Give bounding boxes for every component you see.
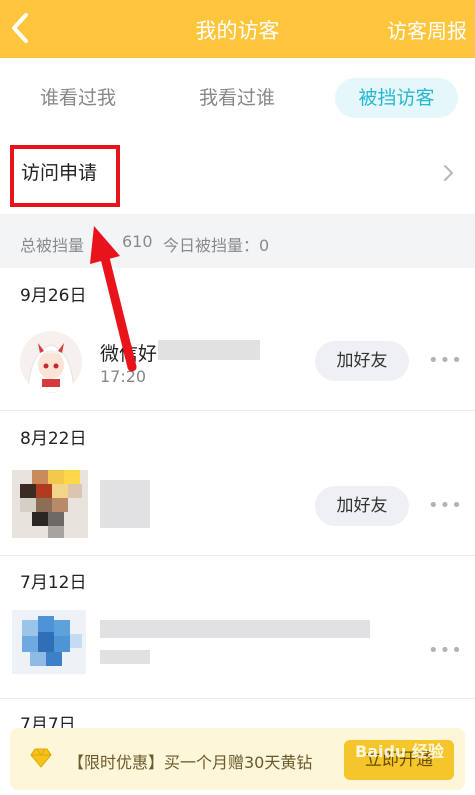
- visitor-tabs: 谁看过我 我看过谁 被挡访客: [0, 58, 475, 134]
- more-options-icon[interactable]: •••: [428, 640, 463, 661]
- avatar[interactable]: [20, 331, 82, 393]
- pixelated-avatar[interactable]: [12, 470, 88, 538]
- diamond-icon: [30, 748, 52, 768]
- tab-who-i-viewed[interactable]: 我看过谁: [178, 78, 296, 118]
- add-friend-button[interactable]: 加好友: [315, 341, 409, 381]
- divider: [0, 698, 475, 699]
- divider: [0, 555, 475, 556]
- tab-blocked-visitors[interactable]: 被挡访客: [335, 78, 458, 118]
- blurred-name: [100, 480, 150, 528]
- tab-who-viewed-me[interactable]: 谁看过我: [20, 78, 136, 118]
- watermark-logo: Baidu 经验: [355, 742, 444, 761]
- promo-text: 【限时优惠】买一个月赠30天黄钻: [68, 753, 313, 772]
- date-header: 9月26日: [20, 286, 87, 306]
- blurred-name: [100, 620, 370, 638]
- blurred-time: [100, 650, 150, 664]
- more-options-icon[interactable]: •••: [428, 350, 463, 371]
- more-options-icon[interactable]: •••: [428, 495, 463, 516]
- annotation-arrow-icon: [90, 226, 137, 372]
- mosaic-avatar-icon: [12, 610, 86, 674]
- anime-avatar-icon: [20, 331, 82, 393]
- today-blocked: 今日被挡量：0: [163, 236, 270, 255]
- total-blocked-label: 总被挡量: [20, 236, 85, 255]
- pixelated-avatar[interactable]: [12, 610, 86, 674]
- chevron-right-icon: [444, 165, 453, 181]
- blurred-name: [158, 340, 260, 360]
- date-header: 7月12日: [20, 573, 87, 593]
- date-header: 8月22日: [20, 429, 87, 449]
- highlight-box: [10, 145, 120, 207]
- divider: [0, 410, 475, 411]
- weekly-report-link[interactable]: 访客周报: [387, 15, 467, 44]
- mosaic-avatar-icon: [12, 470, 88, 538]
- add-friend-button[interactable]: 加好友: [315, 486, 409, 526]
- blocked-summary: 总被挡量 610 今日被挡量：0: [0, 214, 475, 268]
- app-header: 我的访客 访客周报: [0, 0, 475, 58]
